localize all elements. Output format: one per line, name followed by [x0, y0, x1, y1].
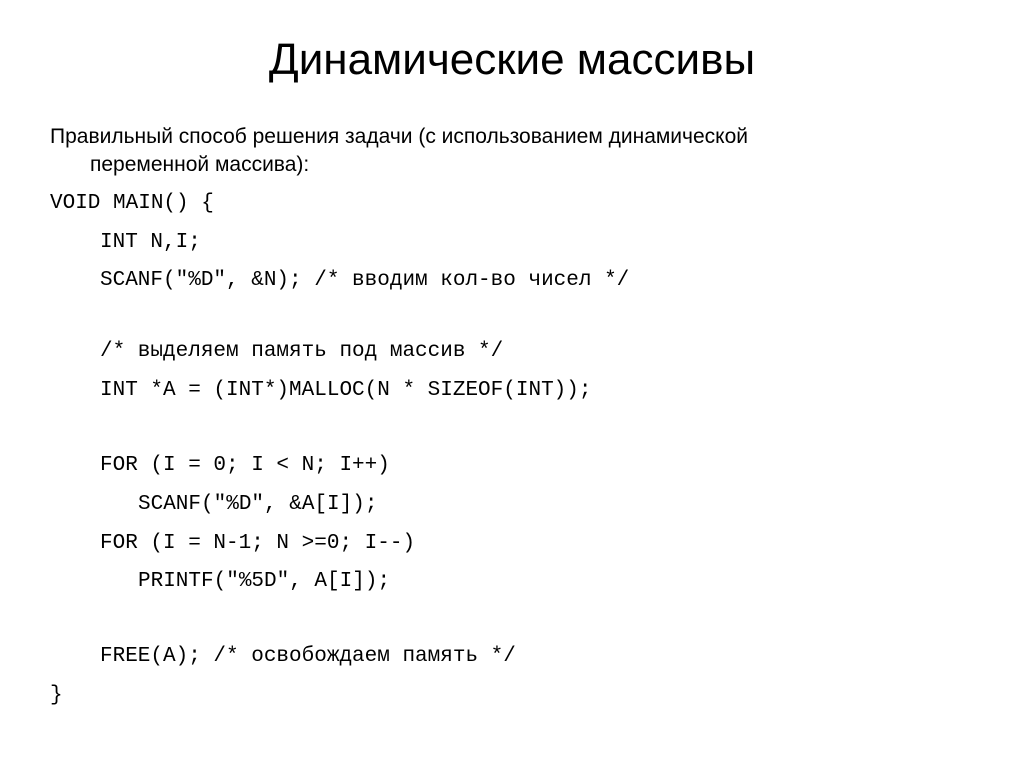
code-line-7: SCANF("%D", &A[I]);: [138, 486, 974, 525]
blank-line: [50, 602, 974, 638]
code-line-2: INT N,I;: [100, 224, 974, 263]
code-line-6: FOR (I = 0; I < N; I++): [100, 447, 974, 486]
code-line-1: VOID MAIN() {: [50, 185, 974, 224]
intro-text-line2: переменной массива):: [90, 151, 974, 179]
code-line-5: INT *A = (INT*)MALLOC(N * SIZEOF(INT));: [100, 372, 974, 411]
intro-text-line1: Правильный способ решения задачи (с испо…: [50, 123, 974, 151]
code-line-11: }: [50, 677, 974, 716]
code-line-9: PRINTF("%5D", A[I]);: [138, 563, 974, 602]
code-line-3: SCANF("%D", &N); /* вводим кол-во чисел …: [100, 262, 974, 301]
blank-line: [50, 301, 974, 333]
blank-line: [50, 411, 974, 447]
code-line-10: FREE(A); /* освобождаем память */: [100, 638, 974, 677]
code-line-8: FOR (I = N-1; N >=0; I--): [100, 525, 974, 564]
code-line-4: /* выделяем память под массив */: [100, 333, 974, 372]
slide-title: Динамические массивы: [50, 35, 974, 85]
